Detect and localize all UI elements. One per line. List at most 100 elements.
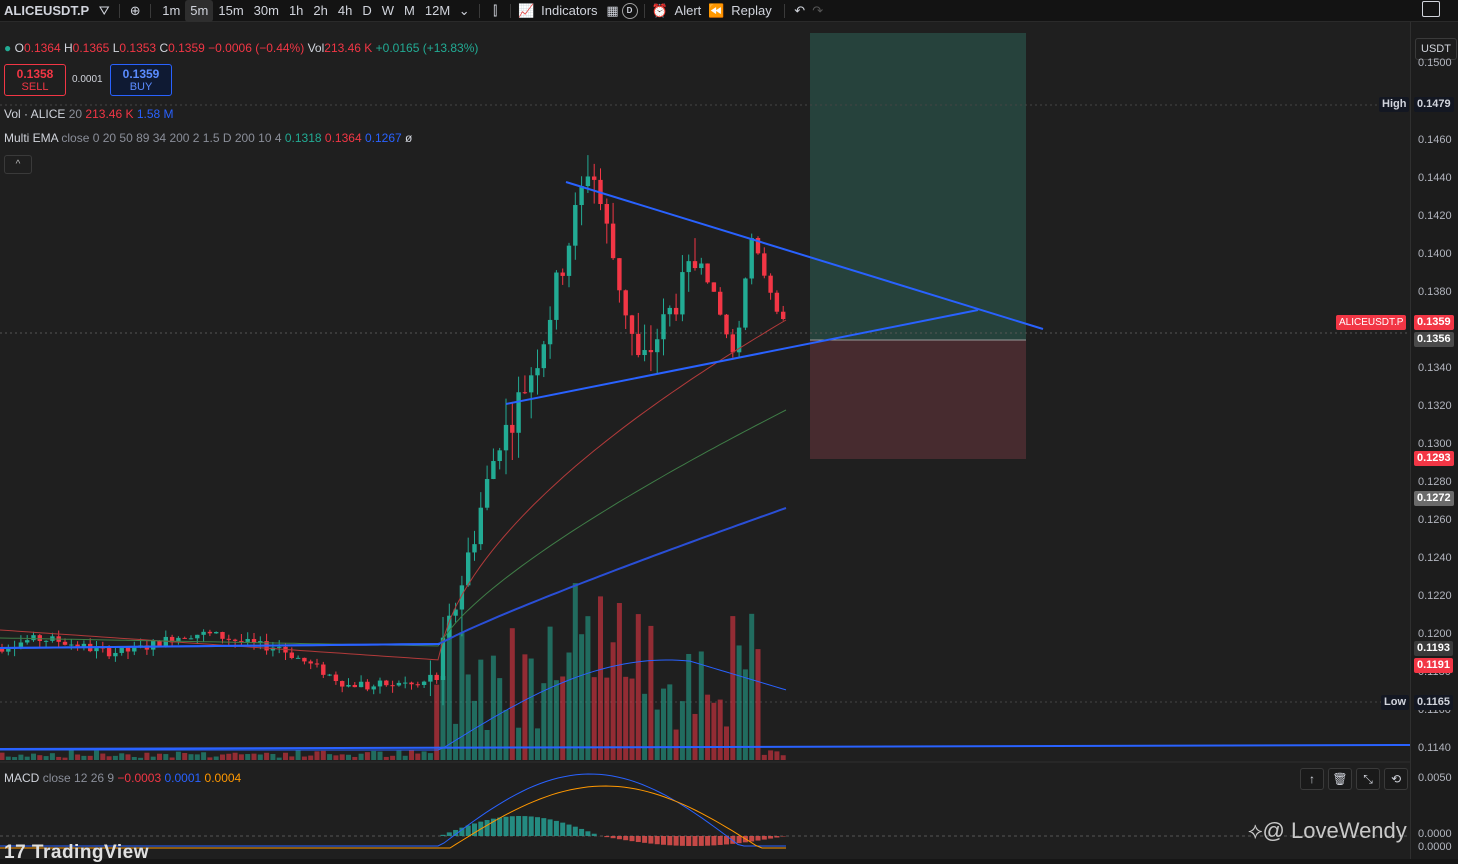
- volume-bar: [277, 758, 282, 760]
- candle-body: [290, 653, 294, 658]
- price-chart[interactable]: [0, 0, 1458, 859]
- volume-bar: [245, 754, 250, 760]
- macd-histogram-bar: [705, 836, 710, 846]
- volume-bar: [37, 755, 42, 760]
- maximize-pane-button[interactable]: ⤡: [1356, 768, 1380, 790]
- volume-bar: [138, 758, 143, 760]
- candle-body: [693, 261, 697, 268]
- volume-bar: [573, 583, 578, 760]
- candle-body: [680, 272, 684, 314]
- volume-bar: [655, 710, 660, 760]
- volume-bar: [485, 730, 490, 760]
- volume-bar: [472, 701, 477, 760]
- ema-green-line: [0, 410, 786, 646]
- axis-tick-label: 0.1240: [1418, 552, 1452, 564]
- candle-body: [296, 658, 300, 659]
- volume-legend[interactable]: Vol · ALICE 20 213.46 K 1.58 M: [4, 107, 174, 121]
- candle-body: [586, 176, 590, 186]
- candle-body: [668, 308, 672, 314]
- vol-change-value: +0.0165 (+13.83%): [376, 41, 479, 55]
- volume-bar: [12, 757, 17, 760]
- axis-tick-label: 0.1320: [1418, 400, 1452, 412]
- volume-bar: [100, 754, 105, 760]
- volume-bar: [176, 752, 181, 760]
- candle-body: [731, 334, 735, 352]
- candle-body: [220, 632, 224, 639]
- candle-body: [340, 681, 344, 687]
- axis-tick-label: 0.1420: [1418, 210, 1452, 222]
- axis-tick-label: 0.0000: [1418, 828, 1452, 840]
- macd-legend[interactable]: MACD close 12 26 9 −0.0003 0.0001 0.0004: [4, 771, 241, 785]
- tv-logo-icon: 17: [4, 842, 26, 863]
- reset-pane-button[interactable]: ⟲: [1384, 768, 1408, 790]
- macd-histogram-bar: [535, 817, 540, 836]
- ema-legend[interactable]: Multi EMA close 0 20 50 89 34 200 2 1.5 …: [4, 131, 412, 145]
- candle-body: [781, 312, 785, 319]
- candle-body: [113, 653, 117, 656]
- open-label: O: [15, 41, 24, 55]
- buy-button[interactable]: 0.1359 BUY: [110, 64, 172, 96]
- candle-body: [579, 186, 583, 205]
- volume-bar: [403, 756, 408, 760]
- macd-histogram-bar: [617, 836, 622, 839]
- ohlc-legend: ● O0.1364 H0.1365 L0.1353 C0.1359 −0.000…: [4, 41, 478, 55]
- volume-bar: [283, 753, 288, 760]
- candle-body: [567, 246, 571, 276]
- volume-bar: [119, 753, 124, 760]
- volume-bar: [636, 614, 641, 760]
- volume-bar: [617, 603, 622, 760]
- ema-value-3: 0.1267: [365, 131, 402, 145]
- sell-button[interactable]: 0.1358 SELL: [4, 64, 66, 96]
- vol-label: Vol: [308, 41, 325, 55]
- macd-histogram-bar: [548, 819, 553, 836]
- volume-bar: [69, 750, 74, 760]
- volume-bar: [151, 757, 156, 760]
- candle-body: [630, 315, 634, 333]
- symbol-price-tag: ALICEUSDT.P: [1336, 315, 1406, 330]
- volume-bar: [529, 659, 534, 760]
- volume-bar: [371, 751, 376, 760]
- volume-bar: [774, 751, 779, 760]
- candle-body: [359, 682, 363, 687]
- volume-bar: [504, 710, 509, 760]
- candle-body: [390, 685, 394, 686]
- volume-bar: [428, 753, 433, 760]
- candle-body: [365, 682, 369, 690]
- candle-body: [724, 315, 728, 335]
- volume-bar: [157, 754, 162, 760]
- price-tag-1193: 0.1193: [1414, 641, 1453, 656]
- candle-body: [743, 278, 747, 327]
- candle-body: [44, 641, 48, 642]
- volume-bar: [189, 754, 194, 760]
- volume-bar: [44, 756, 49, 760]
- volume-bar: [567, 653, 572, 760]
- move-pane-up-button[interactable]: ↑: [1300, 768, 1324, 790]
- candle-body: [38, 635, 42, 641]
- volume-bar: [63, 758, 68, 760]
- candle-body: [201, 632, 205, 635]
- macd-histogram-bar: [623, 836, 628, 840]
- volume-bar: [182, 753, 187, 760]
- volume-bar: [737, 645, 742, 760]
- macd-histogram-bar: [768, 836, 773, 839]
- stop-price-tag: 0.1293: [1414, 451, 1454, 466]
- volume-value: 213.46 K: [85, 107, 133, 121]
- candle-body: [718, 292, 722, 315]
- close-value: 0.1359: [168, 41, 205, 55]
- candle-body: [516, 392, 520, 433]
- volume-bar: [693, 714, 698, 760]
- delete-pane-button[interactable]: 🗑: [1328, 768, 1352, 790]
- axis-tick-label: 0.0050: [1418, 772, 1452, 784]
- candle-body: [120, 647, 124, 653]
- volume-bar: [510, 628, 515, 760]
- volume-bar: [409, 750, 414, 760]
- macd-histogram-bar: [485, 820, 490, 836]
- candle-body: [233, 640, 237, 641]
- volume-bar: [132, 757, 137, 760]
- candle-body: [485, 479, 489, 508]
- candle-body: [315, 663, 319, 664]
- macd-histogram-bar: [642, 836, 647, 843]
- collapse-legend-button[interactable]: ^: [4, 155, 32, 174]
- macd-value-3: 0.0004: [205, 771, 242, 785]
- volume-bar: [522, 654, 527, 760]
